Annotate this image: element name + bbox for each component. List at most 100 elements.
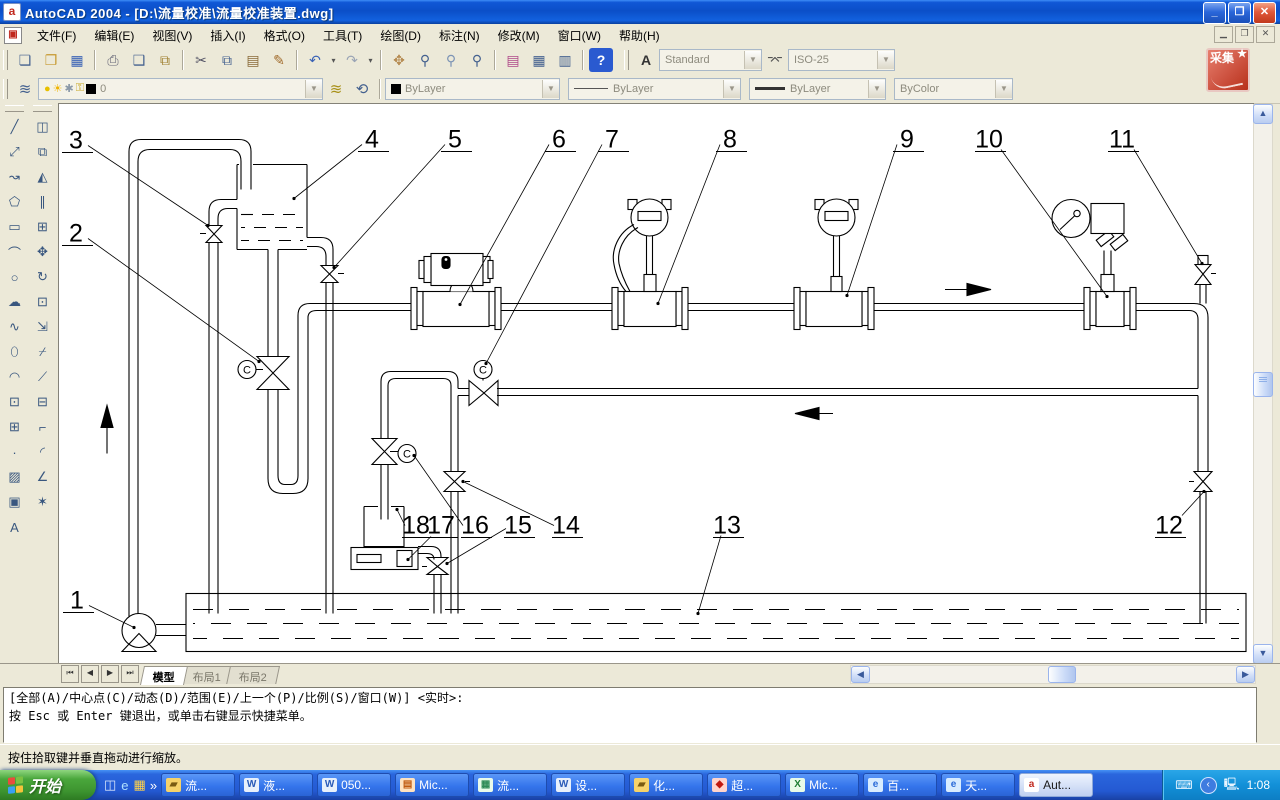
menu-item-2[interactable]: 视图(V): [143, 24, 201, 47]
child-close-button[interactable]: ✕: [1256, 26, 1275, 43]
line-icon[interactable]: ╱: [3, 115, 27, 139]
redo-icon[interactable]: ↷: [340, 48, 364, 72]
menu-item-0[interactable]: 文件(F): [28, 24, 85, 47]
linetype-combo[interactable]: ByLayer ▼: [568, 78, 741, 100]
keyboard-tray-icon[interactable]: ⌨: [1175, 778, 1192, 792]
designcenter-icon[interactable]: ▦: [527, 48, 551, 72]
close-button[interactable]: ✕: [1253, 2, 1276, 24]
layer-freeze-sun-icon[interactable]: ☀: [53, 82, 63, 95]
language-bar-icon[interactable]: ‹: [1200, 777, 1217, 794]
child-restore-button[interactable]: ❐: [1235, 26, 1254, 43]
tab-nav-3[interactable]: ⏭: [121, 665, 139, 683]
ellipse-icon[interactable]: ⬯: [3, 340, 27, 364]
tab-nav-0[interactable]: ⏮: [61, 665, 79, 683]
chevron-down-icon[interactable]: ▼: [542, 80, 559, 98]
menu-item-5[interactable]: 工具(T): [314, 24, 371, 47]
erase-icon[interactable]: ◫: [31, 115, 55, 139]
horizontal-scroll-thumb[interactable]: [1048, 666, 1076, 683]
help-icon[interactable]: ?: [589, 48, 613, 72]
make-layer-current-icon[interactable]: ≋: [324, 77, 348, 101]
layer-previous-icon[interactable]: ⟲: [350, 77, 374, 101]
explode-icon[interactable]: ✶: [31, 490, 55, 514]
taskbar-button-5[interactable]: W设...: [551, 773, 625, 797]
array-icon[interactable]: ⊞: [31, 215, 55, 239]
drawing-document-icon[interactable]: ▣: [4, 27, 22, 44]
chevron-down-icon[interactable]: ▼: [868, 80, 885, 98]
volume-monitor-icon[interactable]: 🖳: [1224, 775, 1240, 796]
menu-item-3[interactable]: 插入(I): [201, 24, 254, 47]
tab-布局2[interactable]: 布局2: [226, 666, 280, 685]
toolbar-grip[interactable]: [624, 50, 629, 70]
minimize-button[interactable]: _: [1203, 2, 1226, 24]
zoom-previous-icon[interactable]: ⚲: [465, 48, 489, 72]
scroll-up-icon[interactable]: ▲: [1253, 104, 1273, 124]
menu-item-10[interactable]: 帮助(H): [610, 24, 669, 47]
scroll-left-icon[interactable]: ◀: [851, 666, 870, 683]
taskbar-button-2[interactable]: W050...: [317, 773, 391, 797]
pan-icon[interactable]: ✥: [387, 48, 411, 72]
taskbar-button-0[interactable]: ▰流...: [161, 773, 235, 797]
text-style-icon[interactable]: A: [634, 48, 658, 72]
print-icon[interactable]: ⎙: [101, 48, 125, 72]
layer-combo[interactable]: ● ☀ ✱ ⚿ 0 ▼: [38, 78, 323, 100]
scroll-down-icon[interactable]: ▼: [1253, 644, 1273, 664]
rotate-icon[interactable]: ↻: [31, 265, 55, 289]
menu-item-4[interactable]: 格式(O): [255, 24, 314, 47]
tab-模型[interactable]: 模型: [140, 666, 188, 685]
color-combo[interactable]: ByLayer ▼: [385, 78, 560, 100]
copy-icon[interactable]: ⧉: [215, 48, 239, 72]
copy-object-icon[interactable]: ⧉: [31, 140, 55, 164]
menu-item-9[interactable]: 窗口(W): [549, 24, 610, 47]
polyline-icon[interactable]: ↝: [3, 165, 27, 189]
taskbar-button-7[interactable]: ◆超...: [707, 773, 781, 797]
layer-manager-icon[interactable]: ≋: [13, 77, 37, 101]
plotstyle-combo[interactable]: ByColor ▼: [894, 78, 1013, 100]
move-icon[interactable]: ✥: [31, 240, 55, 264]
break-point-icon[interactable]: ⊟: [31, 390, 55, 414]
region-icon[interactable]: ▣: [3, 490, 27, 514]
open-file-icon[interactable]: ❐: [39, 48, 63, 72]
match-properties-icon[interactable]: ✎: [267, 48, 291, 72]
quick-launch-ie-icon[interactable]: e: [121, 778, 128, 793]
stretch-icon[interactable]: ⇲: [31, 315, 55, 339]
circle-icon[interactable]: ○: [3, 265, 27, 289]
menu-item-8[interactable]: 修改(M): [489, 24, 549, 47]
menu-item-1[interactable]: 编辑(E): [85, 24, 143, 47]
taskbar-button-1[interactable]: W液...: [239, 773, 313, 797]
make-block-icon[interactable]: ⊞: [3, 415, 27, 439]
quick-launch-overflow-chevron[interactable]: »: [150, 778, 157, 793]
drawing-canvas[interactable]: 123456789101112131415161718CCC: [58, 103, 1254, 664]
break-icon[interactable]: ⌐: [31, 415, 55, 439]
paste-icon[interactable]: ▤: [241, 48, 265, 72]
taskbar-button-3[interactable]: ▤Mic...: [395, 773, 469, 797]
chevron-down-icon[interactable]: ▼: [744, 51, 761, 69]
scroll-right-icon[interactable]: ▶: [1236, 666, 1255, 683]
child-minimize-button[interactable]: ▁: [1214, 26, 1233, 43]
toolbar-grip[interactable]: [3, 50, 8, 70]
chevron-down-icon[interactable]: ▼: [723, 80, 740, 98]
tab-nav-2[interactable]: ▶: [101, 665, 119, 683]
offset-icon[interactable]: ∥: [31, 190, 55, 214]
menu-item-6[interactable]: 绘图(D): [371, 24, 430, 47]
taskbar-button-8[interactable]: XMic...: [785, 773, 859, 797]
zoom-realtime-icon[interactable]: ⚲: [413, 48, 437, 72]
trim-icon[interactable]: ⌿: [31, 340, 55, 364]
restore-button[interactable]: ❐: [1228, 2, 1251, 24]
chevron-down-icon[interactable]: ▼: [305, 80, 322, 98]
point-icon[interactable]: ·: [3, 440, 27, 464]
properties-icon[interactable]: ▤: [501, 48, 525, 72]
arc-icon[interactable]: ⌒: [3, 240, 27, 264]
taskbar-button-4[interactable]: ▦流...: [473, 773, 547, 797]
mirror-icon[interactable]: ◭: [31, 165, 55, 189]
command-text-area[interactable]: [全部(A)/中心点(C)/动态(D)/范围(E)/上一个(P)/比例(S)/窗…: [3, 687, 1257, 743]
insert-block-icon[interactable]: ⊡: [3, 390, 27, 414]
publish-icon[interactable]: ⧉: [153, 48, 177, 72]
chevron-down-icon[interactable]: ▼: [995, 80, 1012, 98]
new-file-icon[interactable]: ❏: [13, 48, 37, 72]
cut-icon[interactable]: ✂: [189, 48, 213, 72]
revcloud-icon[interactable]: ☁: [3, 290, 27, 314]
tool-palettes-icon[interactable]: ▥: [553, 48, 577, 72]
construction-line-icon[interactable]: ⤢: [3, 140, 27, 164]
hatch-icon[interactable]: ▨: [3, 465, 27, 489]
toolbar-grip[interactable]: [3, 79, 8, 99]
